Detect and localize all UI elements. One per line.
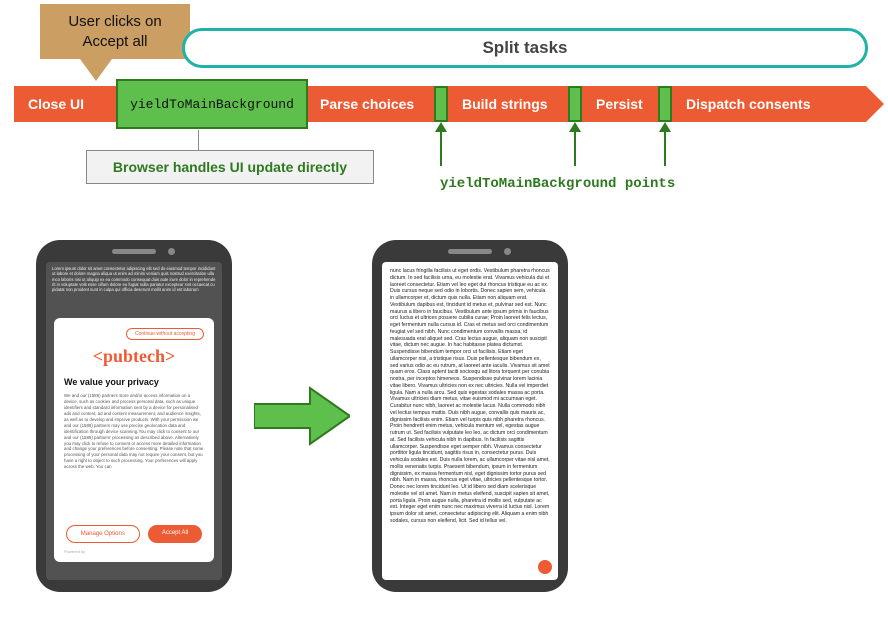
user-click-callout: User clicks on Accept all xyxy=(40,4,190,81)
seg-dispatch-consents: Dispatch consents xyxy=(686,96,810,112)
yield-point-1 xyxy=(434,86,448,122)
yield-arrow-3 xyxy=(664,130,666,166)
handles-connector xyxy=(198,130,199,150)
phone-after-content: nunc lacus fringilla facilisis ut eget o… xyxy=(382,262,558,531)
yield-point-2 xyxy=(568,86,582,122)
seg-yield-main-text: yieldToMainBackground xyxy=(130,97,294,112)
callout-tail-icon xyxy=(80,59,112,81)
powered-by-text: Powered by xyxy=(64,549,204,554)
phone-before-screen: Lorem ipsum dolor sit amet consectetur a… xyxy=(46,262,222,580)
yield-point-3 xyxy=(658,86,672,122)
pubtech-logo: <pubtech> xyxy=(64,346,204,367)
browser-handles-text: Browser handles UI update directly xyxy=(113,159,347,175)
phone-before-ghost: Lorem ipsum dolor sit amet consectetur a… xyxy=(46,262,222,296)
dialog-body: We and our (1589) partners store and/or … xyxy=(64,393,204,519)
yield-arrow-1 xyxy=(440,130,442,166)
consent-dialog: Continue without accepting <pubtech> We … xyxy=(54,318,214,562)
dialog-headline: We value your privacy xyxy=(64,377,204,387)
phone-after-screen: nunc lacus fringilla facilisis ut eget o… xyxy=(382,262,558,580)
manage-options-button[interactable]: Manage Options xyxy=(66,525,140,543)
dialog-button-row: Manage Options Accept All xyxy=(64,525,204,543)
split-tasks-pill: Split tasks xyxy=(182,28,868,68)
browser-handles-box: Browser handles UI update directly xyxy=(86,150,374,184)
fab-icon[interactable] xyxy=(538,560,552,574)
seg-parse-choices: Parse choices xyxy=(320,96,414,112)
callout-text: User clicks on Accept all xyxy=(40,4,190,59)
phones-comparison: Lorem ipsum dolor sit amet consectetur a… xyxy=(36,236,676,596)
seg-persist: Persist xyxy=(596,96,643,112)
split-tasks-label: Split tasks xyxy=(482,38,567,58)
yield-arrow-2 xyxy=(574,130,576,166)
continue-without-button[interactable]: Continue without accepting xyxy=(126,328,204,340)
transition-arrow-icon xyxy=(254,384,350,448)
task-flow-arrow: Close UI yieldToMainBackground Parse cho… xyxy=(14,86,866,122)
phone-after: nunc lacus fringilla facilisis ut eget o… xyxy=(372,240,568,592)
phone-before: Lorem ipsum dolor sit amet consectetur a… xyxy=(36,240,232,592)
yield-points-label: yieldToMainBackground points xyxy=(440,176,675,192)
seg-build-strings: Build strings xyxy=(462,96,548,112)
seg-yield-main: yieldToMainBackground xyxy=(116,79,308,129)
seg-close-ui: Close UI xyxy=(28,96,84,112)
accept-all-button[interactable]: Accept All xyxy=(148,525,202,543)
